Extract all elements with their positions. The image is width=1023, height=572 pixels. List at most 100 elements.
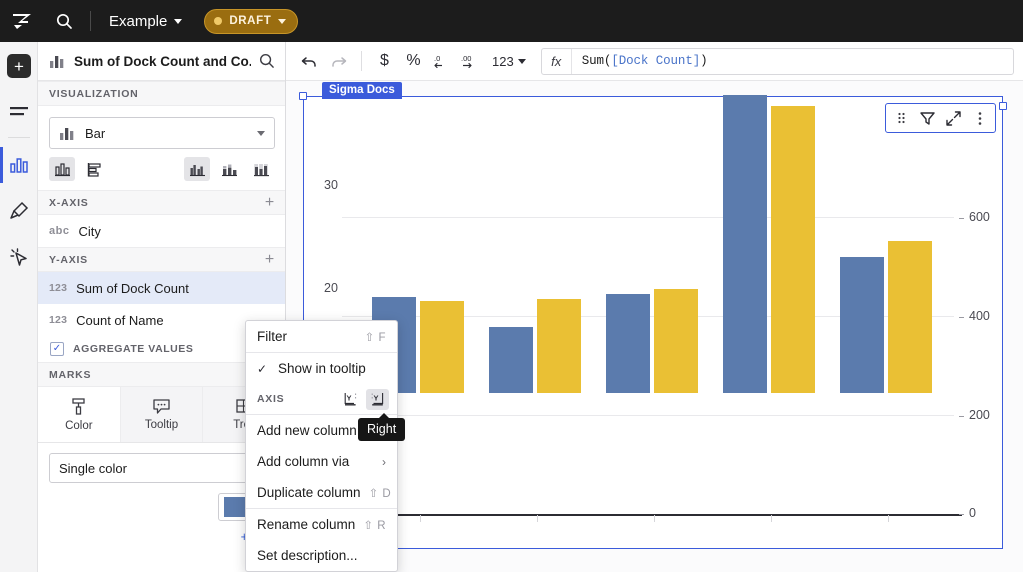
visualization-section-label: VISUALIZATION — [49, 87, 139, 100]
chevron-down-icon — [517, 58, 526, 64]
bar-blue[interactable] — [606, 294, 650, 393]
filter-funnel-icon[interactable] — [915, 106, 940, 130]
menu-item-filter[interactable]: Filter ⇧ F — [246, 321, 397, 352]
aggregate-values-checkbox[interactable]: ✓ — [50, 342, 64, 356]
left-icon-rail: + — [0, 42, 38, 572]
horizontal-bar-icon[interactable] — [81, 157, 107, 181]
bar-yellow[interactable] — [537, 299, 581, 393]
kebab-menu-icon[interactable] — [967, 106, 992, 130]
menu-item-label: Filter — [257, 329, 287, 344]
formula-bar[interactable]: fx Sum([Dock Count]) — [540, 47, 1014, 75]
cursor-click-icon — [10, 248, 27, 266]
bar-yellow[interactable] — [654, 289, 698, 393]
grouped-bar-icon[interactable] — [184, 157, 210, 181]
tab-tooltip[interactable]: Tooltip — [120, 387, 204, 442]
bar-chart-icon — [60, 127, 74, 140]
field-label: Sum of Dock Count — [76, 280, 189, 296]
gridline-600 — [342, 217, 954, 218]
add-x-axis-field-icon[interactable]: + — [265, 194, 275, 211]
visualization-section-header: VISUALIZATION — [38, 81, 285, 106]
y-axis-left-icon[interactable]: Y — [339, 389, 362, 410]
bar-blue[interactable] — [489, 327, 533, 393]
increase-decimal-icon[interactable]: .00 — [458, 48, 485, 75]
percent-format-button[interactable]: % — [400, 48, 427, 75]
bar-yellow[interactable] — [771, 106, 815, 393]
check-icon: ✓ — [257, 361, 268, 376]
y-axis-right-icon[interactable]: Y — [366, 388, 389, 410]
right-axis-tick-0: 0 — [969, 506, 976, 520]
right-axis-tick-200: 200 — [969, 408, 990, 422]
status-badge[interactable]: DRAFT — [204, 8, 299, 34]
bar-chart-icon — [50, 55, 64, 68]
x-axis-tick — [537, 515, 538, 522]
x-axis-field-city[interactable]: abc City — [38, 215, 285, 247]
chevron-right-icon: › — [382, 454, 386, 469]
menu-item-set-description[interactable]: Set description... — [246, 540, 397, 571]
sigma-logo-icon[interactable] — [0, 0, 44, 42]
bar-yellow[interactable] — [420, 301, 464, 393]
field-type-label: 123 — [49, 282, 68, 294]
redo-icon[interactable] — [325, 48, 352, 75]
chevron-down-icon — [278, 18, 287, 24]
sidebar-item-element-properties[interactable] — [0, 142, 38, 188]
chevron-down-icon — [257, 130, 265, 136]
tab-color[interactable]: Color — [38, 387, 121, 442]
field-type-label: abc — [49, 225, 70, 237]
viz-type-select[interactable]: Bar — [49, 117, 275, 149]
menu-item-label: Show in tooltip — [278, 361, 366, 376]
bar-blue[interactable] — [840, 257, 884, 393]
status-badge-label: DRAFT — [229, 15, 272, 27]
y-axis-section-header: Y-AXIS + — [38, 247, 285, 272]
color-mode-select[interactable]: Single color — [49, 453, 275, 483]
100-stacked-bar-icon[interactable] — [248, 157, 274, 181]
workbook-title: Example — [109, 12, 168, 30]
paintbrush-icon — [10, 201, 29, 219]
x-axis-tick — [771, 515, 772, 522]
stacked-bar-icon[interactable] — [216, 157, 242, 181]
menu-item-label: Add new column — [257, 423, 357, 438]
x-axis-tick — [654, 515, 655, 522]
bar-chart-icon — [10, 158, 28, 173]
toolbar-divider — [361, 51, 362, 71]
color-mode-value: Single color — [59, 460, 127, 476]
rail-divider — [7, 137, 30, 138]
workbook-title-menu[interactable]: Example — [103, 10, 188, 33]
viz-option-icons — [38, 149, 285, 190]
undo-icon[interactable] — [296, 48, 323, 75]
global-search-icon[interactable] — [44, 0, 84, 42]
expand-arrows-icon[interactable] — [941, 106, 966, 130]
left-axis-tick-30: 30 — [324, 178, 338, 192]
chart-element-frame[interactable]: Sigma Docs 30 20 600 400 200 0 — [299, 82, 1007, 549]
axis-baseline — [342, 514, 962, 516]
sidebar-item-format[interactable] — [0, 188, 38, 234]
decrease-decimal-icon[interactable]: .0 — [429, 48, 456, 75]
search-icon[interactable] — [259, 53, 275, 69]
six-dot-drag-icon[interactable] — [889, 106, 914, 130]
menu-item-duplicate-column[interactable]: Duplicate column ⇧ D — [246, 477, 397, 508]
formula-text[interactable]: Sum([Dock Count]) — [572, 54, 708, 68]
menu-item-label: Rename column — [257, 517, 356, 532]
field-label: City — [78, 223, 101, 239]
sidebar-item-actions[interactable] — [0, 234, 38, 280]
y-axis-field-sum-of-dock-count[interactable]: 123 Sum of Dock Count — [38, 272, 285, 304]
bar-blue[interactable] — [723, 95, 767, 393]
right-tick-mark-200 — [959, 416, 964, 417]
menu-item-add-column-via[interactable]: Add column via › — [246, 446, 397, 477]
bar-yellow[interactable] — [888, 241, 932, 393]
sidebar-item-add[interactable]: + — [0, 42, 38, 90]
top-bar: Example DRAFT — [0, 0, 1023, 42]
tab-label: Tooltip — [144, 419, 179, 431]
add-y-axis-field-icon[interactable]: + — [265, 251, 275, 268]
formula-prefix: Sum( — [581, 54, 612, 68]
tab-label: Color — [65, 420, 93, 432]
currency-format-button[interactable]: $ — [371, 48, 398, 75]
status-dot-icon — [214, 17, 223, 25]
field-type-label: 123 — [49, 314, 68, 326]
right-tick-mark-400 — [959, 317, 964, 318]
menu-item-rename-column[interactable]: Rename column ⇧ R — [246, 509, 397, 540]
number-format-select[interactable]: 123 — [487, 48, 530, 75]
vertical-bar-icon[interactable] — [49, 157, 75, 181]
sidebar-item-pages[interactable] — [0, 90, 38, 134]
formula-column-ref: [Dock Count] — [611, 54, 701, 68]
menu-item-show-in-tooltip[interactable]: ✓ Show in tooltip — [246, 353, 397, 384]
